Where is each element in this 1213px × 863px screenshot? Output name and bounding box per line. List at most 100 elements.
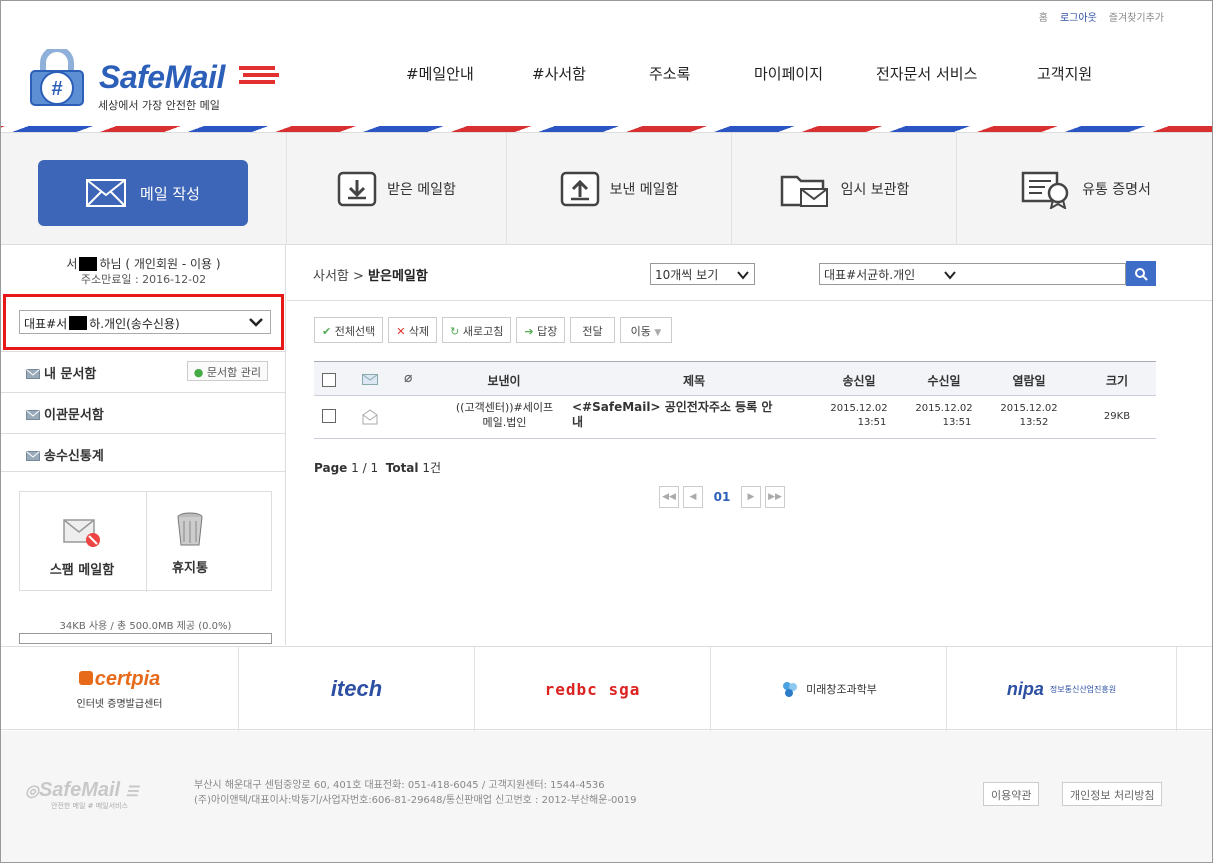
mail-toolbar: ✔ 전체선택 ✕ 삭제 ↻ 새로고침 ➔ 답장 전달 이동 ▼ (314, 317, 673, 343)
main-nav: #메일안내 #사서함 주소록 마이페이지 전자문서 서비스 고객지원 (406, 63, 1092, 84)
col-size[interactable]: 크기 (1082, 372, 1152, 389)
my-box-item[interactable]: 내 문서함 ● 문서함 관리 (1, 351, 286, 390)
footer-bars-icon: ☰ (125, 783, 139, 799)
spam-label: 스팸 메일함 (49, 563, 115, 578)
home-link[interactable]: 홈 (1039, 9, 1048, 24)
prev-page-button[interactable]: ◀ (683, 486, 703, 508)
move-label: 이동 (630, 325, 651, 338)
footer-address: 부산시 해운대구 센텀중앙로 60, 401호 대표전화: 051-418-60… (194, 778, 637, 808)
address-line2: (주)아이앤텍/대표이사:박동기/사업자번호:606-81-29648/통신판매… (194, 795, 637, 806)
transfer-box-item[interactable]: 이관문서함 (1, 392, 286, 431)
search-input[interactable] (961, 263, 1126, 285)
row-subject[interactable]: <#SafeMail> 공인전자주소 등록 안 내 (572, 400, 812, 430)
breadcrumb-parent[interactable]: 사서함 > (313, 269, 364, 284)
select-all-checkbox[interactable] (322, 373, 336, 387)
page-size-value: 10개씩 보기 (655, 268, 719, 282)
last-page-button[interactable]: ▶▶ (765, 486, 785, 508)
footer: ◎SafeMail ☰ 안전한 메일 # 메일서비스 부산시 해운대구 센텀중앙… (1, 731, 1212, 862)
spam-box[interactable]: 스팸 메일함 (42, 516, 122, 578)
nipa-sub: 정보통신산업진흥원 (1049, 684, 1117, 694)
page-size-select[interactable]: 10개씩 보기 (650, 263, 755, 285)
sent-icon (560, 171, 599, 207)
move-button[interactable]: 이동 ▼ (619, 317, 673, 343)
recv-time: 13:51 (942, 417, 972, 428)
account-select-left: 대표#서 (24, 317, 68, 331)
box-manage-label: 문서함 관리 (206, 366, 261, 379)
account-select[interactable]: 대표#서 하.개인(송수신용) (19, 310, 271, 334)
nav-mailbox[interactable]: #사서함 (532, 63, 649, 84)
address-expiry: 주소만료일 : 2016-12-02 (80, 273, 207, 286)
col-sent[interactable]: 송신일 (824, 372, 894, 389)
partner-nipa[interactable]: nipa 정보통신산업진흥원 (947, 647, 1177, 731)
col-received[interactable]: 수신일 (909, 372, 979, 389)
current-page[interactable]: 01 (707, 490, 737, 504)
account-filter-value: 대표#서균하.개인 (824, 268, 916, 282)
chevron-down-icon (249, 318, 263, 327)
account-filter-select[interactable]: 대표#서균하.개인 (819, 263, 962, 285)
mail-icon (26, 410, 40, 420)
forward-label: 전달 (582, 325, 603, 338)
logout-link[interactable]: 로그아웃 (1060, 9, 1097, 24)
nav-e-document[interactable]: 전자문서 서비스 (876, 63, 1037, 84)
transfer-box-label: 이관문서함 (44, 408, 104, 423)
msip-logo-icon (783, 682, 798, 697)
address-line1: 부산시 해운대구 센텀중앙로 60, 401호 대표전화: 051-418-60… (194, 780, 605, 791)
trash-label: 휴지통 (172, 561, 208, 576)
refresh-icon: ↻ (450, 325, 460, 338)
privacy-button[interactable]: 개인정보 처리방침 (1062, 782, 1163, 806)
stats-label: 송수신통계 (44, 449, 104, 464)
trash-box[interactable]: 휴지통 (150, 512, 230, 576)
sent-button[interactable]: 보낸 메일함 (506, 133, 731, 245)
settings-icon: ● (193, 366, 204, 379)
inbox-icon (337, 171, 377, 207)
divider (146, 492, 147, 592)
nav-address-book[interactable]: 주소록 (649, 63, 754, 84)
drafts-button[interactable]: 임시 보관함 (731, 133, 956, 245)
special-boxes: 스팸 메일함 휴지통 (19, 491, 272, 592)
nav-mail-guide[interactable]: #메일안내 (406, 63, 532, 84)
certificate-button[interactable]: 유통 증명서 (956, 133, 1212, 245)
site-logo[interactable]: # SafeMail 세상에서 가장 안전한 메일 (21, 41, 281, 116)
certpia-name: certpia (94, 668, 161, 690)
first-page-button[interactable]: ◀◀ (659, 486, 679, 508)
partner-msip[interactable]: 미래창조과학부 (711, 647, 947, 731)
logo-bars-icon (239, 66, 279, 84)
forward-button[interactable]: 전달 (570, 317, 615, 343)
read-time: 13:52 (1019, 417, 1049, 428)
row-size: 29KB (1103, 411, 1131, 422)
table-row[interactable]: ((고객센터))#세이프 메일.법인 <#SafeMail> 공인전자주소 등록… (314, 397, 1156, 439)
user-name-prefix: 서 (66, 257, 78, 271)
row-read-date: 2015.12.02 13:52 (994, 402, 1064, 430)
nav-mypage[interactable]: 마이페이지 (754, 63, 876, 84)
reply-button[interactable]: ➔ 답장 (516, 317, 566, 343)
refresh-button[interactable]: ↻ 새로고침 (442, 317, 512, 343)
spam-mail-icon (63, 519, 100, 547)
col-subject[interactable]: 제목 (654, 372, 734, 389)
partner-itech[interactable]: itech (239, 647, 475, 731)
partner-certpia[interactable]: certpia 인터넷 증명발급센터 (1, 647, 239, 731)
chevron-down-icon (944, 271, 956, 280)
storage-usage: 34KB 사용 / 총 500.0MB 제공 (0.0%) (59, 621, 232, 632)
next-page-button[interactable]: ▶ (741, 486, 761, 508)
box-manage-button[interactable]: ● 문서함 관리 (186, 361, 268, 381)
inbox-button[interactable]: 받은 메일함 (286, 133, 506, 245)
lock-seal-icon: # (30, 49, 84, 106)
row-checkbox[interactable] (322, 409, 336, 423)
search-button[interactable] (1126, 261, 1156, 286)
footer-logo: ◎SafeMail ☰ (25, 779, 138, 802)
sent-date: 2015.12.02 (830, 403, 888, 414)
certpia-sub: 인터넷 증명발급센터 (76, 699, 163, 710)
pagination: ◀◀ ◀ 01 ▶ ▶▶ (659, 486, 785, 508)
svg-text:#: # (51, 78, 62, 100)
subject-line2: 내 (572, 415, 584, 429)
select-all-button[interactable]: ✔ 전체선택 (314, 317, 384, 343)
col-sender[interactable]: 보낸이 (464, 372, 544, 389)
stats-item[interactable]: 송수신통계 (1, 433, 286, 472)
partner-redbc[interactable]: redbc sga (475, 647, 711, 731)
col-read[interactable]: 열람일 (994, 372, 1064, 389)
nav-support[interactable]: 고객지원 (1037, 63, 1092, 84)
terms-button[interactable]: 이용약관 (983, 782, 1040, 806)
bookmark-link[interactable]: 즐겨찾기추가 (1109, 9, 1164, 24)
compose-button[interactable]: 메일 작성 (38, 160, 248, 226)
delete-button[interactable]: ✕ 삭제 (388, 317, 438, 343)
